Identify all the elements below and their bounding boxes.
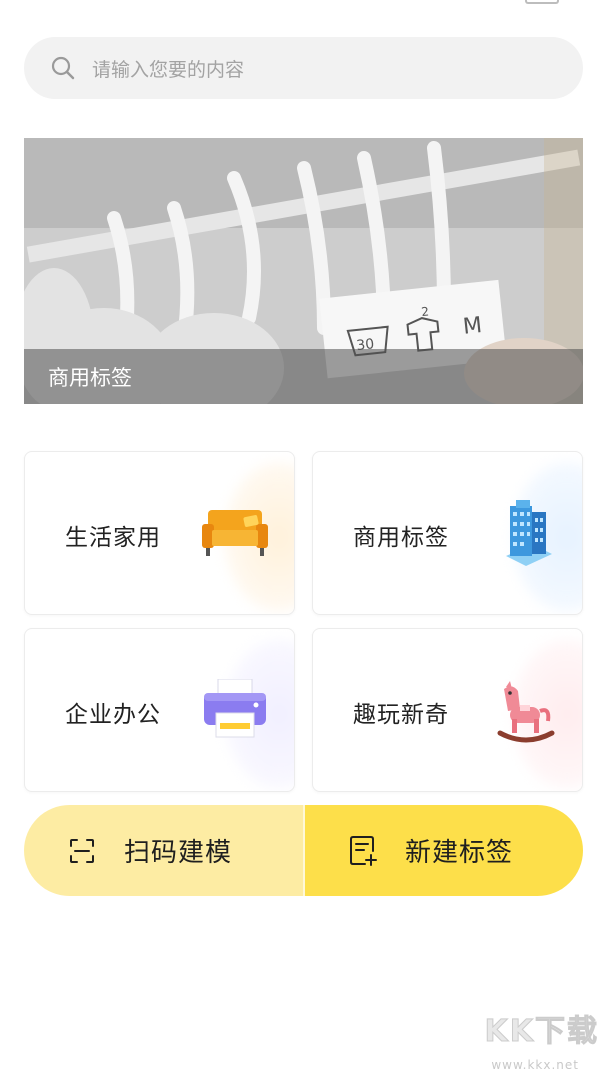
- watermark-logo: KK下载: [484, 1014, 599, 1050]
- search-icon: [51, 56, 75, 80]
- banner-caption-bar: 商用标签: [24, 349, 583, 404]
- banner-tag-number: 2: [421, 304, 430, 319]
- scan-model-label: 扫码建模: [124, 838, 233, 868]
- search-bar[interactable]: 请输入您要的内容: [24, 37, 583, 99]
- category-card-fun[interactable]: 趣玩新奇: [312, 628, 583, 792]
- banner-tag-size: M: [462, 313, 483, 340]
- status-bar-fragment: [525, 0, 559, 4]
- watermark-url: www.kkx.net: [491, 1058, 579, 1072]
- printer-icon: [204, 679, 266, 738]
- banner-carousel[interactable]: 30 2 M 商用标签: [24, 138, 583, 404]
- new-label-button[interactable]: 新建标签: [303, 805, 583, 896]
- category-label: 企业办公: [65, 702, 161, 728]
- rocking-horse-icon: [497, 681, 555, 743]
- category-label: 商用标签: [353, 525, 449, 551]
- new-label-icon: [350, 835, 377, 866]
- building-icon: [506, 500, 552, 566]
- scan-model-button[interactable]: 扫码建模: [24, 805, 303, 896]
- category-card-commercial[interactable]: 商用标签: [312, 451, 583, 615]
- sofa-icon: [202, 510, 268, 556]
- category-card-office[interactable]: 企业办公: [24, 628, 295, 792]
- banner-caption: 商用标签: [48, 365, 132, 390]
- action-bar: 扫码建模 新建标签: [24, 805, 583, 896]
- scan-icon: [70, 838, 94, 863]
- search-input[interactable]: 请输入您要的内容: [92, 55, 244, 82]
- category-label: 生活家用: [65, 525, 161, 551]
- category-card-household[interactable]: 生活家用: [24, 451, 295, 615]
- category-label: 趣玩新奇: [353, 702, 449, 728]
- new-label-label: 新建标签: [405, 838, 514, 868]
